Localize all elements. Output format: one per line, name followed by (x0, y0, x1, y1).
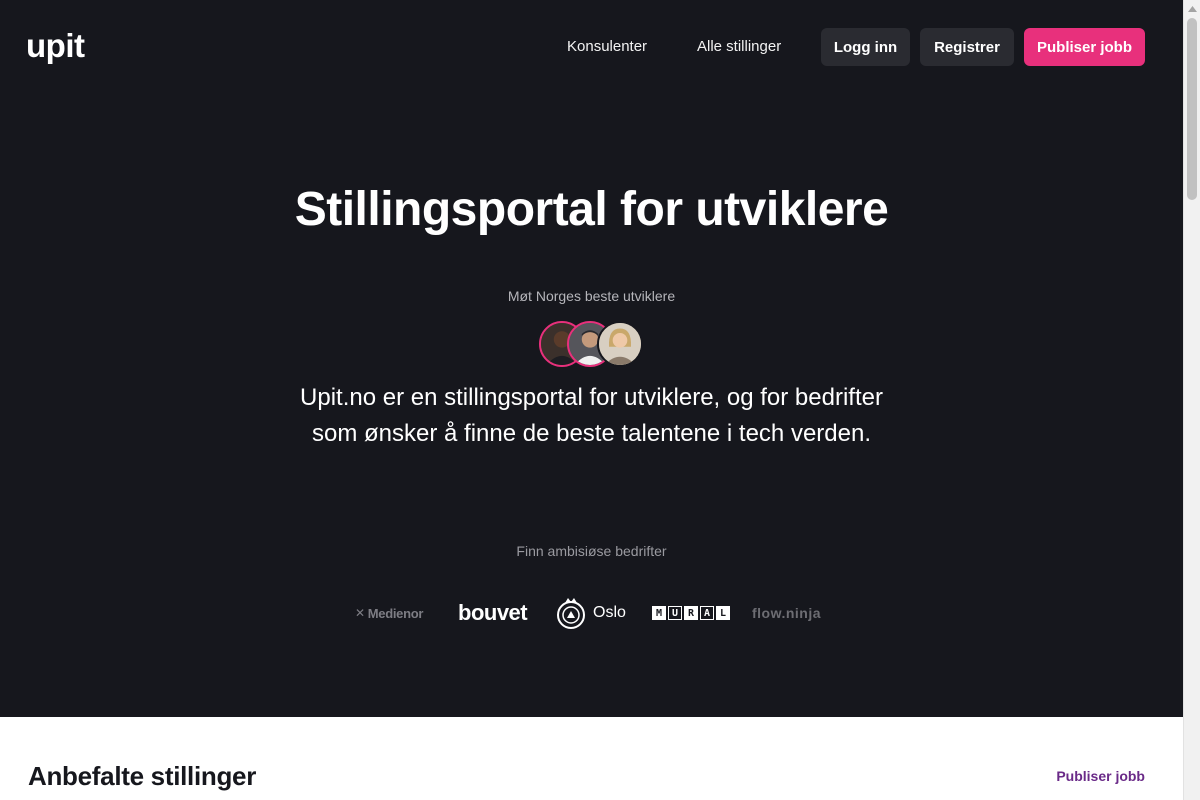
scroll-up-arrow-icon[interactable] (1184, 0, 1200, 17)
register-button[interactable]: Registrer (920, 28, 1014, 66)
hero-subtitle: Møt Norges beste utviklere (507, 288, 676, 304)
publish-job-button[interactable]: Publiser jobb (1024, 28, 1145, 66)
company-name: Oslo (593, 604, 626, 621)
person-icon (599, 323, 641, 365)
hero-description: Upit.no er en stillingsportal for utvikl… (300, 384, 883, 447)
company-logo-mural[interactable]: MURAL (652, 590, 730, 636)
company-logos: ✕ Medienor bouvet Oslo MURAL flow.ninja (355, 590, 835, 636)
section-title: Anbefalte stillinger (28, 761, 257, 791)
top-navigation: upit Konsulenter Alle stillinger Logg in… (0, 0, 1183, 94)
mural-wordmark: MURAL (652, 606, 730, 620)
site-logo[interactable]: upit (26, 26, 85, 66)
hero-section: upit Konsulenter Alle stillinger Logg in… (0, 0, 1183, 717)
company-logo-bouvet[interactable]: bouvet (458, 590, 528, 636)
scrollbar-thumb[interactable] (1187, 18, 1197, 200)
publish-job-link[interactable]: Publiser jobb (1056, 767, 1145, 785)
avatar (597, 321, 643, 367)
companies-label: Finn ambisiøse bedrifter (516, 543, 667, 559)
company-logo-oslo[interactable]: Oslo (555, 590, 626, 636)
login-button[interactable]: Logg inn (821, 28, 910, 66)
oslo-seal-icon (557, 598, 585, 629)
vertical-scrollbar[interactable] (1183, 0, 1200, 800)
company-name: bouvet (458, 600, 528, 625)
nav-link-konsulenter[interactable]: Konsulenter (567, 37, 647, 57)
company-logo-flow-ninja[interactable]: flow.ninja (752, 590, 821, 636)
company-name: Medienor (367, 605, 424, 621)
page: upit Konsulenter Alle stillinger Logg in… (0, 0, 1183, 800)
recommended-jobs-section: Anbefalte stillinger Publiser jobb (0, 717, 1183, 800)
hero-title: Stillingsportal for utviklere (294, 183, 889, 236)
company-name: flow.ninja (752, 605, 822, 621)
medienor-x-icon: ✕ (355, 606, 365, 620)
developer-avatars (539, 321, 649, 367)
company-logo-medienor[interactable]: ✕ Medienor (355, 590, 423, 636)
nav-link-alle-stillinger[interactable]: Alle stillinger (697, 37, 781, 57)
